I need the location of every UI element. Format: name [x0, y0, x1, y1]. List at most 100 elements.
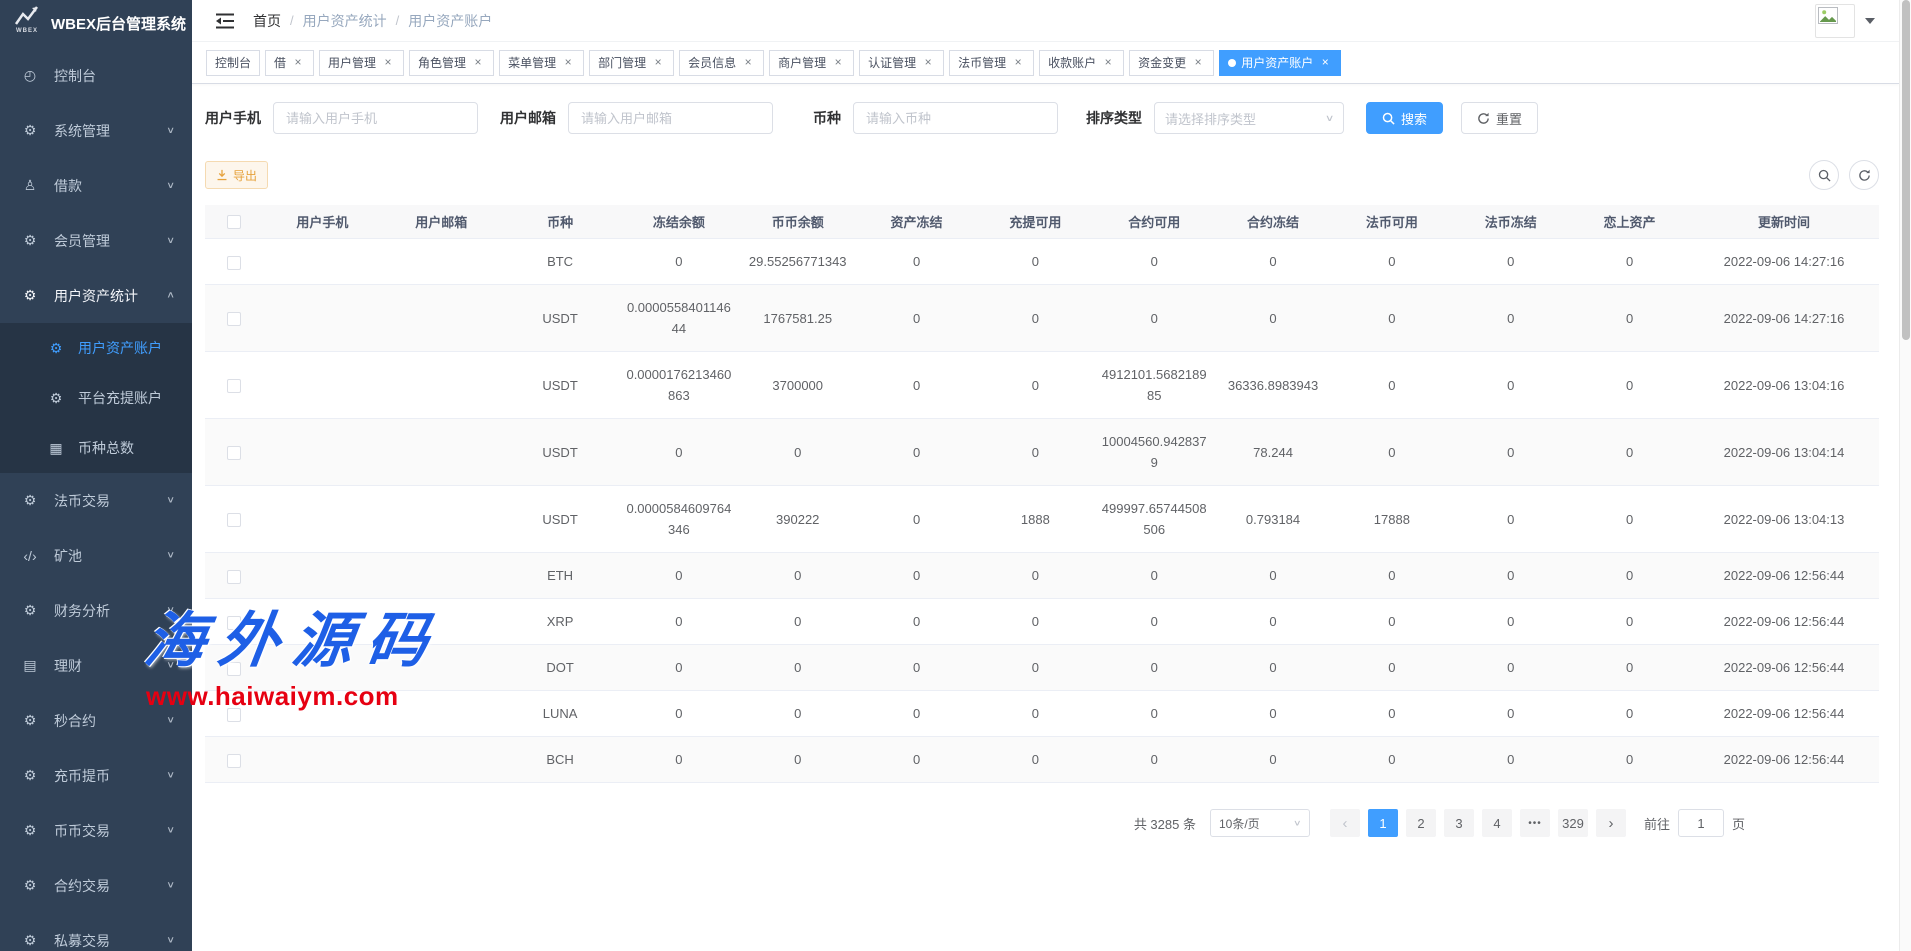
close-icon[interactable]: ×: [1101, 56, 1115, 70]
hamburger-icon[interactable]: [215, 12, 235, 30]
tab-1[interactable]: 借×: [265, 50, 314, 76]
cell-fiat-frozen: 0: [1451, 599, 1570, 645]
pagination-page-329[interactable]: 329: [1558, 809, 1588, 837]
close-icon[interactable]: ×: [381, 56, 395, 70]
row-select-cell: [205, 691, 263, 737]
pagination-page-4[interactable]: 4: [1482, 809, 1512, 837]
avatar[interactable]: [1815, 4, 1855, 38]
tab-11[interactable]: 资金变更×: [1129, 50, 1214, 76]
tab-3[interactable]: 角色管理×: [409, 50, 494, 76]
pagination-page-1[interactable]: 1: [1368, 809, 1398, 837]
row-checkbox[interactable]: [227, 708, 241, 722]
tab-0[interactable]: 控制台: [206, 50, 260, 76]
goto-label: 前往: [1644, 814, 1670, 833]
sidebar-item-2[interactable]: ♙借款∨: [0, 158, 192, 213]
sidebar-item-4-0[interactable]: ⚙用户资产账户: [0, 323, 192, 373]
cell-contract-frozen: 78.244: [1214, 419, 1333, 486]
cell-coin: BTC: [501, 239, 620, 285]
app-logo[interactable]: WBEX WBEX后台管理系统: [0, 0, 192, 46]
pagination-next-button[interactable]: ›: [1596, 809, 1626, 837]
breadcrumb-item-0[interactable]: 首页: [253, 11, 281, 31]
reset-button[interactable]: 重置: [1461, 102, 1538, 134]
pagination-page-3[interactable]: 3: [1444, 809, 1474, 837]
close-icon[interactable]: ×: [1318, 56, 1332, 70]
close-icon[interactable]: ×: [291, 56, 305, 70]
search-button[interactable]: 搜索: [1366, 102, 1443, 134]
cell-update-time: 2022-09-06 12:56:44: [1689, 645, 1879, 691]
close-icon[interactable]: ×: [561, 56, 575, 70]
scrollbar-thumb[interactable]: [1902, 0, 1910, 340]
tab-6[interactable]: 会员信息×: [679, 50, 764, 76]
sidebar-item-13[interactable]: ⚙私募交易∨: [0, 913, 192, 951]
email-filter-input[interactable]: [568, 102, 773, 134]
pagination-page-2[interactable]: 2: [1406, 809, 1436, 837]
close-icon[interactable]: ×: [651, 56, 665, 70]
tab-7[interactable]: 商户管理×: [769, 50, 854, 76]
cell-phone: [263, 285, 382, 352]
sort-type-select[interactable]: 请选择排序类型 ∨: [1154, 102, 1344, 134]
sidebar-item-11[interactable]: ⚙币币交易∨: [0, 803, 192, 858]
row-checkbox[interactable]: [227, 256, 241, 270]
table-row-1: USDT0.0000558401146441767581.25000000020…: [205, 285, 1879, 352]
row-checkbox[interactable]: [227, 379, 241, 393]
sidebar-item-10[interactable]: ⚙充币提币∨: [0, 748, 192, 803]
cell-coin-balance: 390222: [738, 486, 857, 553]
sidebar-item-12[interactable]: ⚙合约交易∨: [0, 858, 192, 913]
cell-fiat-available: 0: [1332, 691, 1451, 737]
row-checkbox[interactable]: [227, 446, 241, 460]
tab-2[interactable]: 用户管理×: [319, 50, 404, 76]
sidebar-item-0[interactable]: ◴控制台: [0, 48, 192, 103]
close-icon[interactable]: ×: [1191, 56, 1205, 70]
sidebar-item-7[interactable]: ⚙财务分析∨: [0, 583, 192, 638]
chevron-down-icon: ∨: [166, 936, 175, 946]
row-checkbox[interactable]: [227, 616, 241, 630]
sidebar-item-9[interactable]: ⚙秒合约∨: [0, 693, 192, 748]
sidebar-item-8[interactable]: ▤理财∨: [0, 638, 192, 693]
close-icon[interactable]: ×: [921, 56, 935, 70]
table-search-button[interactable]: [1809, 160, 1839, 190]
tab-4[interactable]: 菜单管理×: [499, 50, 584, 76]
scrollbar[interactable]: [1899, 0, 1911, 951]
sidebar-item-4-2[interactable]: ▦币种总数: [0, 423, 192, 473]
cell-asset-frozen: 0: [857, 352, 976, 419]
tab-8[interactable]: 认证管理×: [859, 50, 944, 76]
export-button[interactable]: 导出: [205, 161, 268, 189]
table-refresh-button[interactable]: [1849, 160, 1879, 190]
sidebar-submenu: ⚙用户资产账户⚙平台充提账户▦币种总数: [0, 323, 192, 473]
close-icon[interactable]: ×: [831, 56, 845, 70]
sidebar-item-5[interactable]: ⚙法币交易∨: [0, 473, 192, 528]
tab-9[interactable]: 法币管理×: [949, 50, 1034, 76]
pagination-more[interactable]: •••: [1520, 809, 1550, 837]
row-select-cell: [205, 486, 263, 553]
phone-filter-input[interactable]: [273, 102, 478, 134]
coin-filter-input[interactable]: [853, 102, 1058, 134]
sidebar-item-4-1[interactable]: ⚙平台充提账户: [0, 373, 192, 423]
cell-contract-frozen: 0: [1214, 645, 1333, 691]
page-size-select[interactable]: 10条/页 ∨: [1210, 809, 1310, 837]
chevron-down-icon[interactable]: [1865, 18, 1875, 24]
row-checkbox[interactable]: [227, 662, 241, 676]
sidebar-item-4[interactable]: ⚙用户资产统计∧: [0, 268, 192, 323]
close-icon[interactable]: ×: [471, 56, 485, 70]
pagination-prev-button[interactable]: ‹: [1330, 809, 1360, 837]
close-icon[interactable]: ×: [741, 56, 755, 70]
tab-10[interactable]: 收款账户×: [1039, 50, 1124, 76]
cell-fiat-available: 17888: [1332, 486, 1451, 553]
broken-image-icon: [1818, 7, 1838, 24]
sidebar-item-1[interactable]: ⚙系统管理∨: [0, 103, 192, 158]
goto-page-input[interactable]: [1678, 809, 1724, 837]
row-checkbox[interactable]: [227, 570, 241, 584]
breadcrumb-item-2: 用户资产账户: [408, 11, 492, 31]
row-checkbox[interactable]: [227, 754, 241, 768]
sidebar-item-3[interactable]: ⚙会员管理∨: [0, 213, 192, 268]
close-icon[interactable]: ×: [1011, 56, 1025, 70]
row-checkbox[interactable]: [227, 513, 241, 527]
select-all-checkbox[interactable]: [227, 215, 241, 229]
sidebar-item-6[interactable]: ‹/›矿池∨: [0, 528, 192, 583]
cell-asset-frozen: 0: [857, 486, 976, 553]
tab-12[interactable]: 用户资产账户×: [1219, 50, 1341, 76]
tab-5[interactable]: 部门管理×: [589, 50, 674, 76]
row-checkbox[interactable]: [227, 312, 241, 326]
table-row-9: BCH0000000002022-09-06 12:56:44: [205, 737, 1879, 783]
tabs-bar: 控制台借×用户管理×角色管理×菜单管理×部门管理×会员信息×商户管理×认证管理×…: [192, 42, 1899, 84]
